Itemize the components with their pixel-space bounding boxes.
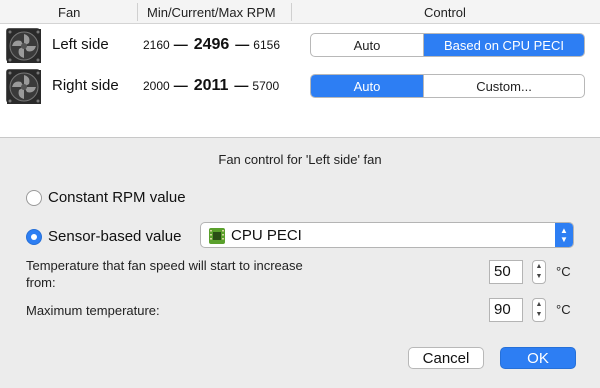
rpm-separator: — <box>173 77 188 93</box>
rpm-separator: — <box>235 36 250 52</box>
control-auto-button[interactable]: Auto <box>311 75 423 97</box>
sensor-based-label: Sensor-based value <box>48 228 182 245</box>
fan-name: Right side <box>52 77 119 94</box>
max-temp-input[interactable]: 90 <box>489 298 523 322</box>
sensor-based-radio[interactable] <box>26 228 42 245</box>
constant-rpm-radio[interactable] <box>26 189 42 206</box>
sensor-based-option[interactable]: Sensor-based value <box>26 228 181 245</box>
max-temp-stepper[interactable]: ▲ ▼ <box>532 298 546 322</box>
fan-table: Fan Min/Current/Max RPM Control Left sid… <box>0 0 600 138</box>
chip-icon <box>209 228 225 244</box>
header-control: Control <box>424 5 466 20</box>
fan-icon <box>6 28 41 63</box>
rpm-separator: — <box>234 77 249 93</box>
rpm-current: 2011 <box>193 77 229 94</box>
control-custom-button[interactable]: Custom... <box>424 75 584 97</box>
header-rpm: Min/Current/Max RPM <box>147 5 276 20</box>
header-divider <box>137 3 138 21</box>
rpm-min: 2160 <box>143 38 170 52</box>
control-segmented: Auto Custom... <box>310 74 585 98</box>
control-segmented: Auto Based on CPU PECI <box>310 33 585 57</box>
table-row: Left side 2160—2496—6156 Auto Based on C… <box>0 25 600 65</box>
table-header: Fan Min/Current/Max RPM Control <box>0 0 600 24</box>
ok-button[interactable]: OK <box>500 347 576 369</box>
cancel-button[interactable]: Cancel <box>408 347 484 369</box>
sensor-select-value: CPU PECI <box>231 227 302 244</box>
rpm-min: 2000 <box>143 79 170 93</box>
sensor-select[interactable]: CPU PECI ▲ ▼ <box>200 222 574 248</box>
control-auto-button[interactable]: Auto <box>311 34 423 56</box>
start-temp-stepper[interactable]: ▲ ▼ <box>532 260 546 284</box>
fan-icon <box>6 69 41 104</box>
fan-name: Left side <box>52 36 109 53</box>
header-divider <box>291 3 292 21</box>
table-row: Right side 2000—2011—5700 Auto Custom... <box>0 66 600 106</box>
start-temp-label-line2: from: <box>26 275 56 290</box>
constant-rpm-option[interactable]: Constant RPM value <box>26 189 186 206</box>
rpm-separator: — <box>173 36 188 52</box>
rpm-max: 5700 <box>252 79 280 93</box>
start-temp-input[interactable]: 50 <box>489 260 523 284</box>
panel-title: Fan control for 'Left side' fan <box>218 152 382 167</box>
select-arrows-icon: ▲ ▼ <box>555 223 573 247</box>
rpm-current: 2496 <box>193 36 230 53</box>
radio-dot <box>31 233 37 240</box>
start-temp-label-line1: Temperature that fan speed will start to… <box>26 258 303 273</box>
constant-rpm-label: Constant RPM value <box>48 189 186 206</box>
header-fan: Fan <box>58 5 81 20</box>
start-temp-unit: °C <box>556 264 571 279</box>
control-cpu-peci-button[interactable]: Based on CPU PECI <box>424 34 584 56</box>
max-temp-unit: °C <box>556 302 571 317</box>
max-temp-label: Maximum temperature: <box>26 303 160 318</box>
start-temp-label: Temperature that fan speed will start to… <box>26 257 303 291</box>
rpm-max: 6156 <box>253 38 280 52</box>
rpm-values: 2160—2496—6156 <box>143 36 280 54</box>
rpm-values: 2000—2011—5700 <box>143 77 279 95</box>
